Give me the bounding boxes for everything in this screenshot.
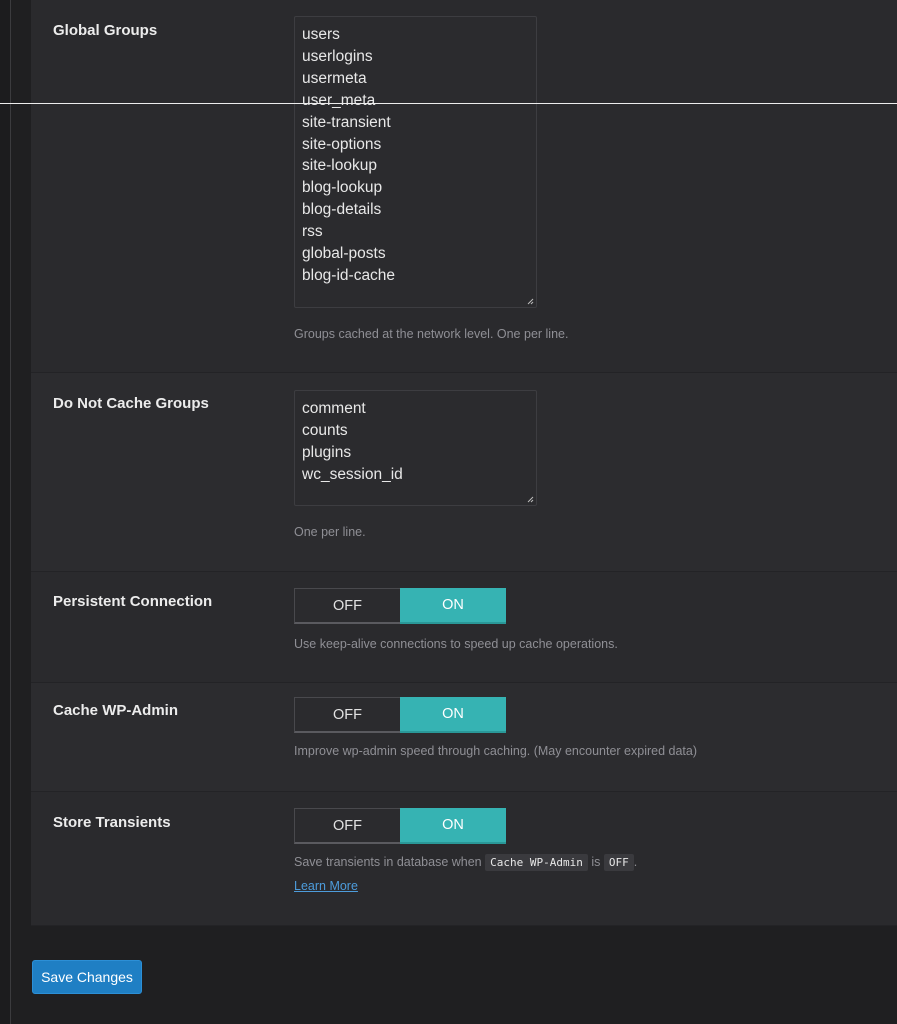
admin-left-rail [0,0,11,1024]
row-do-not-cache-groups: Do Not Cache Groups comment counts plugi… [31,373,897,572]
persistent-connection-label: Persistent Connection [53,593,213,610]
do-not-cache-line: comment [302,400,366,417]
persistent-connection-toggle[interactable]: OFF ON [294,588,506,624]
help-text: is [591,855,601,869]
do-not-cache-textarea[interactable]: comment counts plugins wc_session_id [294,390,537,506]
row-persistent-connection: Persistent Connection OFF ON Use keep-al… [31,572,897,683]
global-group-line: blog-details [302,201,382,219]
global-group-line: global-posts [302,245,386,263]
global-group-line: blog-lookup [302,179,383,197]
inline-code: Cache WP-Admin [485,854,588,871]
row-global-groups: Global Groups users userlogins usermeta … [31,0,897,373]
global-group-line: site-options [302,135,382,153]
resize-grip-icon[interactable] [526,495,534,503]
store-transients-help: Save transients in database when Cache W… [294,854,638,871]
toggle-off-option[interactable]: OFF [294,808,400,844]
global-group-line: site-transient [302,113,391,131]
global-group-line: userlogins [302,47,373,65]
row-cache-wp-admin: Cache WP-Admin OFF ON Improve wp-admin s… [31,683,897,792]
store-transients-toggle[interactable]: OFF ON [294,808,506,844]
do-not-cache-line: wc_session_id [302,465,403,483]
inline-code: OFF [603,854,634,871]
help-text: Save transients in database when [294,855,482,869]
learn-more-link[interactable]: Learn More [294,879,358,893]
cache-wp-admin-label: Cache WP-Admin [53,702,179,719]
do-not-cache-line: plugins [302,443,352,461]
do-not-cache-line: counts [302,421,348,439]
do-not-cache-help: One per line. [294,525,366,539]
global-group-line: usermeta [302,69,367,87]
settings-panel: Global Groups users userlogins usermeta … [31,0,897,926]
toggle-on-option[interactable]: ON [400,697,506,733]
resize-grip-icon[interactable] [526,297,534,305]
horizontal-guide-line [0,103,897,104]
global-group-line: rss [302,223,323,241]
help-text: . [633,855,638,869]
global-group-line: site-lookup [302,157,377,175]
cache-wp-admin-toggle[interactable]: OFF ON [294,697,506,733]
toggle-on-option[interactable]: ON [400,588,506,624]
global-group-line: blog-id-cache [302,266,396,284]
row-store-transients: Store Transients OFF ON Save transients … [31,792,897,926]
toggle-on-option[interactable]: ON [400,808,506,844]
global-group-line: user_meta [302,91,376,109]
store-transients-label: Store Transients [53,814,171,831]
global-groups-label: Global Groups [53,22,158,39]
save-changes-button[interactable]: Save Changes [32,960,142,994]
global-groups-textarea[interactable]: users userlogins usermeta user_meta site… [294,16,537,308]
toggle-off-option[interactable]: OFF [294,588,400,624]
persistent-connection-help: Use keep-alive connections to speed up c… [294,637,618,651]
global-group-line: users [302,26,340,43]
cache-wp-admin-help: Improve wp-admin speed through caching. … [294,744,697,758]
toggle-off-option[interactable]: OFF [294,697,400,733]
do-not-cache-label: Do Not Cache Groups [53,395,209,412]
global-groups-help: Groups cached at the network level. One … [294,327,569,341]
